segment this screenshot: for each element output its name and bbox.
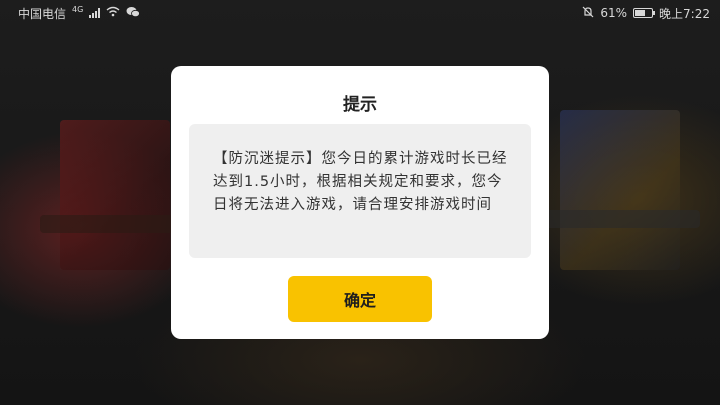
carrier-label: 中国电信 — [18, 6, 67, 21]
status-bar: 中国电信 4G 61% 晚上7:22 — [0, 0, 720, 26]
mute-icon — [582, 6, 594, 21]
background-character-right — [560, 110, 680, 270]
network-label: 4G — [72, 4, 84, 14]
wechat-icon — [126, 6, 141, 21]
confirm-button[interactable]: 确定 — [288, 276, 432, 322]
battery-icon — [633, 8, 656, 18]
dialog-message: 【防沉迷提示】您今日的累计游戏时长已经达到1.5小时，根据相关规定和要求，您今日… — [189, 124, 531, 258]
dialog-title: 提示 — [343, 95, 377, 115]
clock: 晚上7:22 — [659, 6, 710, 21]
anti-addiction-dialog: 提示 【防沉迷提示】您今日的累计游戏时长已经达到1.5小时，根据相关规定和要求，… — [171, 66, 549, 339]
background-weapon-right — [540, 210, 700, 228]
background-character-left — [60, 120, 170, 270]
signal-icon — [89, 8, 101, 18]
battery-percent: 61% — [600, 6, 628, 20]
wifi-icon — [106, 6, 120, 20]
